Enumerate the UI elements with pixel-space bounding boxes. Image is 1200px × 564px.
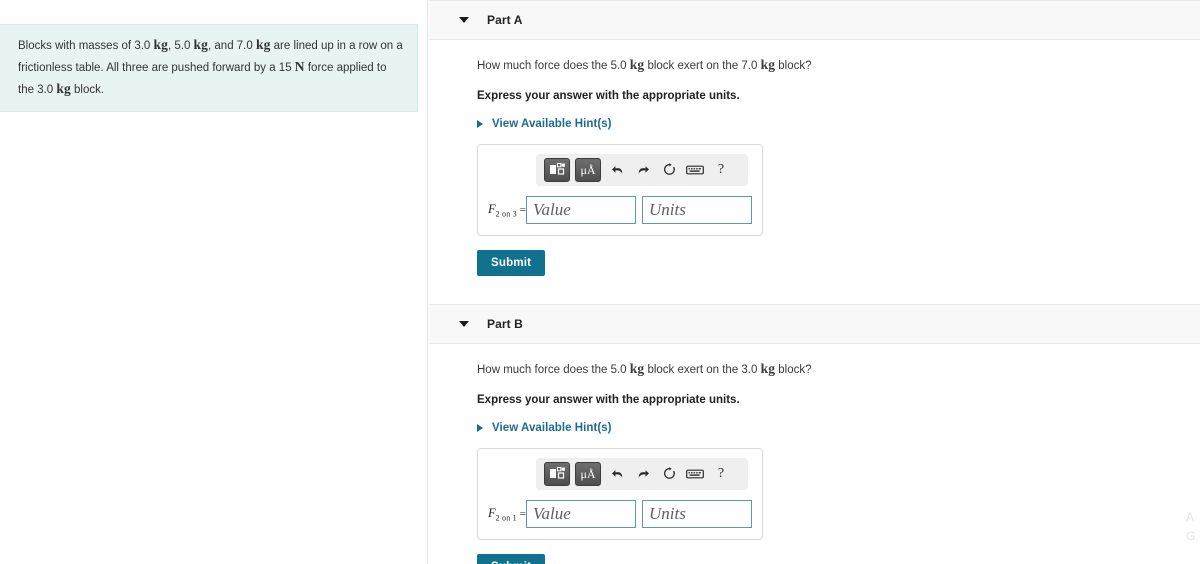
part-b-answer-label: F2 on 1 = bbox=[488, 505, 526, 523]
part-a-title: Part A bbox=[487, 13, 523, 27]
part-a-hints-link[interactable]: View Available Hint(s) bbox=[492, 118, 612, 130]
chevron-down-icon[interactable] bbox=[459, 320, 469, 327]
math-template-icon[interactable] bbox=[544, 461, 570, 486]
reset-icon[interactable] bbox=[658, 462, 680, 486]
part-a-express-instruction: Express your answer with the appropriate… bbox=[477, 89, 740, 102]
help-icon[interactable]: ? bbox=[710, 158, 732, 182]
math-template-glyph bbox=[549, 163, 565, 176]
units-micro-angstrom-button[interactable]: μÅ bbox=[575, 157, 601, 182]
part-b-hints-row[interactable]: View Available Hint(s) bbox=[477, 422, 1200, 434]
part-b-title: Part B bbox=[487, 316, 523, 331]
part-b-input-row: F2 on 1 = bbox=[488, 499, 752, 528]
part-b-header[interactable]: Part B bbox=[429, 303, 1200, 344]
units-micro-angstrom-label: μÅ bbox=[580, 162, 596, 177]
chevron-right-icon[interactable] bbox=[477, 119, 483, 128]
part-b-body: How much force does the 5.0 kg block exe… bbox=[429, 344, 1200, 564]
part-a-input-row: F2 on 3 = bbox=[488, 195, 752, 224]
units-micro-angstrom-button[interactable]: μÅ bbox=[575, 461, 601, 486]
part-b-value-input[interactable] bbox=[526, 499, 636, 528]
part-b-submit-button[interactable]: Submit bbox=[477, 553, 546, 564]
clipped-edge-text: A G bbox=[1186, 508, 1200, 545]
undo-icon[interactable] bbox=[606, 158, 628, 182]
part-a-answer-box: μÅ ? F2 on 3 = Value Units bbox=[477, 143, 763, 236]
clipped-edge-line-1: A bbox=[1186, 510, 1195, 524]
parts-pane: Part A How much force does the 5.0 kg bl… bbox=[429, 0, 1200, 564]
part-section-b: Part B How much force does the 5.0 kg bl… bbox=[429, 303, 1200, 564]
redo-glyph bbox=[638, 470, 649, 478]
undo-glyph bbox=[611, 470, 622, 478]
part-a-value-input[interactable] bbox=[526, 195, 636, 224]
part-a-body: How much force does the 5.0 kg block exe… bbox=[429, 40, 1200, 276]
part-b-hints-link[interactable]: View Available Hint(s) bbox=[492, 422, 612, 434]
part-a-toolbar: μÅ ? bbox=[536, 153, 748, 186]
part-b-question: How much force does the 5.0 kg block exe… bbox=[477, 360, 812, 376]
part-a-hints-row[interactable]: View Available Hint(s) bbox=[477, 118, 1200, 130]
problem-statement-text: Blocks with masses of 3.0 kg, 5.0 kg, an… bbox=[18, 37, 403, 96]
clipped-edge-line-2: G bbox=[1186, 528, 1196, 543]
keyboard-glyph bbox=[686, 165, 704, 175]
reset-icon[interactable] bbox=[658, 158, 680, 182]
part-a-answer-label: F2 on 3 = bbox=[488, 201, 526, 219]
part-a-submit-button[interactable]: Submit bbox=[477, 249, 546, 276]
reset-glyph bbox=[663, 467, 675, 480]
units-micro-angstrom-label: μÅ bbox=[580, 466, 596, 481]
keyboard-glyph bbox=[686, 469, 704, 479]
help-icon[interactable]: ? bbox=[710, 462, 732, 486]
part-b-answer-box: μÅ ? F2 on 1 = Value Units bbox=[477, 447, 763, 540]
part-a-header[interactable]: Part A bbox=[429, 0, 1200, 40]
part-b-toolbar: μÅ ? bbox=[536, 457, 748, 490]
part-b-units-input[interactable] bbox=[642, 499, 752, 528]
redo-icon[interactable] bbox=[632, 158, 654, 182]
chevron-down-icon[interactable] bbox=[459, 17, 469, 23]
part-a-units-input[interactable] bbox=[642, 195, 752, 224]
undo-icon[interactable] bbox=[606, 462, 628, 486]
undo-glyph bbox=[611, 166, 622, 174]
keyboard-icon[interactable] bbox=[684, 158, 706, 182]
part-b-express-instruction: Express your answer with the appropriate… bbox=[477, 393, 740, 406]
problem-pane: Blocks with masses of 3.0 kg, 5.0 kg, an… bbox=[0, 0, 428, 564]
reset-glyph bbox=[663, 163, 675, 176]
math-template-icon[interactable] bbox=[544, 157, 570, 182]
redo-glyph bbox=[638, 166, 649, 174]
redo-icon[interactable] bbox=[632, 462, 654, 486]
chevron-right-icon[interactable] bbox=[477, 423, 483, 432]
part-a-question: How much force does the 5.0 kg block exe… bbox=[477, 57, 812, 72]
math-template-glyph bbox=[549, 467, 565, 480]
problem-statement-box: Blocks with masses of 3.0 kg, 5.0 kg, an… bbox=[0, 24, 418, 112]
keyboard-icon[interactable] bbox=[684, 462, 706, 486]
part-section-a: Part A How much force does the 5.0 kg bl… bbox=[429, 0, 1200, 276]
